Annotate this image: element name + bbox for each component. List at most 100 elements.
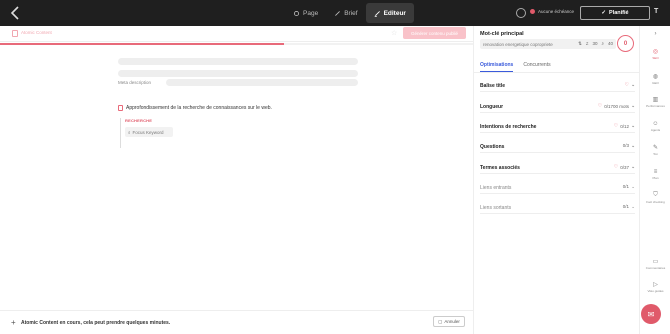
chevron-down-icon: ⌄	[631, 164, 635, 169]
rail-label: SEO	[652, 56, 659, 60]
chevron-down-icon: ⌄	[631, 204, 635, 209]
tab-brief-label: Brief	[344, 9, 358, 17]
cancel-button[interactable]: ▢ Annuler	[433, 316, 465, 327]
agent-icon: ☺	[652, 121, 659, 127]
check-icon: ✓	[601, 10, 607, 16]
planifie-button[interactable]: ✓ Planifié	[580, 6, 650, 20]
row-label: Liens sortants	[480, 204, 512, 211]
rail-item-agents[interactable]: ☺ Agents	[640, 121, 670, 132]
row-value: ♡	[625, 82, 629, 88]
seo-icon: ◎	[652, 49, 659, 55]
text-format-button[interactable]: T	[654, 8, 658, 15]
deadline-status[interactable]: Aucune échéance	[530, 9, 574, 14]
row-value: 0/3	[623, 143, 629, 148]
rail-label: Performances	[646, 104, 665, 108]
footer-status-text: Atomic Content en cours, cela peut prend…	[21, 320, 171, 326]
chevron-down-icon: ⌄	[631, 184, 635, 189]
keyword-field[interactable]: renovation energetique copropriete ⇅ ≠ 30…	[480, 39, 616, 49]
row-value: ♡ 0/1700 mots	[598, 103, 629, 109]
row-value: 0/1	[623, 184, 629, 189]
tab-concurrents[interactable]: Concurrents	[523, 62, 550, 72]
row-value-text: 0/1	[622, 184, 629, 189]
tab-page-label: Page	[303, 9, 319, 17]
title-placeholder[interactable]	[118, 58, 358, 65]
pencil-icon	[335, 10, 341, 16]
tab-page[interactable]: Page	[285, 3, 326, 23]
keyword-metrics: ⇅ ≠ 30 ⌕ 40	[578, 41, 613, 47]
status-footer: + Atomic Content en cours, cela peut pre…	[0, 310, 473, 334]
planifie-label: Planifié	[609, 10, 629, 16]
row-questions[interactable]: Questions 0/3 ⌄	[480, 141, 635, 153]
subtitle-placeholder[interactable]	[118, 70, 358, 77]
document-icon	[12, 30, 18, 37]
row-value: 0/1	[623, 204, 629, 209]
tab-brief[interactable]: Brief	[326, 3, 365, 23]
heart-icon: ♡	[613, 123, 619, 129]
heart-icon: ♡	[624, 82, 629, 88]
row-intentions[interactable]: Intentions de recherche ♡ 0/12 ⌄	[480, 121, 635, 133]
row-value-text: 0/3	[622, 143, 629, 148]
user-avatar-icon[interactable]	[516, 8, 526, 18]
row-value-text: 0/37	[620, 164, 629, 170]
cancel-label: Annuler	[444, 319, 460, 324]
stop-icon: ▢	[438, 318, 443, 324]
rail-item-fact-checking[interactable]: ⛉ Fact checking	[640, 192, 670, 204]
star-icon[interactable]: ☆	[391, 29, 397, 37]
row-value-text: 0/1	[622, 204, 629, 209]
meta-description-field[interactable]	[166, 79, 358, 86]
collapse-icon[interactable]: ›	[640, 31, 670, 37]
focus-keyword-label: Focus Keyword	[132, 129, 164, 135]
row-label: Liens entrants	[480, 184, 512, 191]
rail-item-ton[interactable]: ✎ Ton	[640, 144, 670, 156]
geo-icon: ◍	[652, 74, 659, 80]
keyword-label: Mot-clé principal	[480, 31, 524, 37]
rail-item-commentaires[interactable]: ▭ Commentaires	[640, 258, 670, 270]
deadline-label: Aucune échéance	[538, 9, 575, 14]
generate-button[interactable]: Générer contenu publié	[403, 27, 466, 39]
panel-tabs: Optimisations Concurrents	[480, 62, 551, 72]
chevron-down-icon: ⌄	[631, 82, 635, 87]
row-termes[interactable]: Termes associés ♡ 0/37 ⌄	[480, 162, 635, 174]
tab-divider	[474, 72, 640, 73]
rail-label: Commentaires	[645, 266, 666, 270]
rail-item-seo[interactable]: ◎ SEO	[640, 46, 670, 60]
comment-icon: ▭	[652, 259, 659, 265]
row-label: Questions	[480, 143, 505, 150]
edit-icon	[374, 10, 380, 17]
document-icon	[118, 105, 123, 111]
research-title: RECHERCHE	[125, 118, 153, 123]
row-liens-sortants[interactable]: Liens sortants 0/1 ⌄	[480, 202, 635, 214]
chat-bubble-icon[interactable]: ✉	[641, 304, 661, 324]
rail-label: Ton	[653, 152, 658, 156]
rail-item-geo[interactable]: ◍ GEO	[640, 73, 670, 85]
search-icon: ⌕	[128, 129, 131, 135]
row-value-text: 0/1700 mots	[604, 103, 629, 109]
focus-keyword-chip: ⌕ Focus Keyword	[125, 127, 173, 137]
row-liens-entrants[interactable]: Liens entrants 0/1 ⌄	[480, 182, 635, 194]
rail-label: Agents	[650, 128, 661, 132]
plan-icon: ≡	[653, 169, 658, 175]
tab-optimisations[interactable]: Optimisations	[480, 62, 514, 72]
tab-editeur[interactable]: Editeur	[365, 3, 414, 23]
title-bar: Atomic Content ☆ Générer contenu publié	[0, 26, 473, 42]
rail-label: GEO	[652, 81, 659, 85]
rail-item-performances[interactable]: ▥ Performances	[640, 96, 670, 108]
back-arrow-icon[interactable]	[7, 4, 25, 22]
row-balise-title[interactable]: Balise title ♡ ⌄	[480, 80, 635, 92]
row-label: Longueur	[480, 103, 504, 110]
tab-editeur-label: Editeur	[383, 9, 406, 17]
row-label: Balise title	[480, 82, 506, 89]
top-bar: Page Brief Editeur Aucune échéance ✓ Pla…	[0, 0, 670, 26]
tone-icon: ✎	[652, 145, 659, 151]
heart-icon: ♡	[613, 164, 619, 170]
progress-bar	[0, 43, 284, 45]
gear-icon	[293, 10, 300, 16]
document-title[interactable]: Atomic Content	[21, 30, 52, 35]
volume-value: 30	[592, 41, 598, 46]
rail-label: Fact checking	[646, 200, 665, 204]
right-rail: › ◎ SEO ◍ GEO ▥ Performances ☺ Agents ✎ Ton ≡…	[639, 26, 670, 334]
rail-item-visio-guides[interactable]: ▷ Visio guides	[640, 281, 670, 293]
editor-area: Atomic Content ☆ Générer contenu publié …	[0, 26, 473, 334]
row-longueur[interactable]: Longueur ♡ 0/1700 mots ⌄	[480, 101, 635, 113]
rail-item-plan[interactable]: ≡ Plan	[640, 169, 670, 180]
